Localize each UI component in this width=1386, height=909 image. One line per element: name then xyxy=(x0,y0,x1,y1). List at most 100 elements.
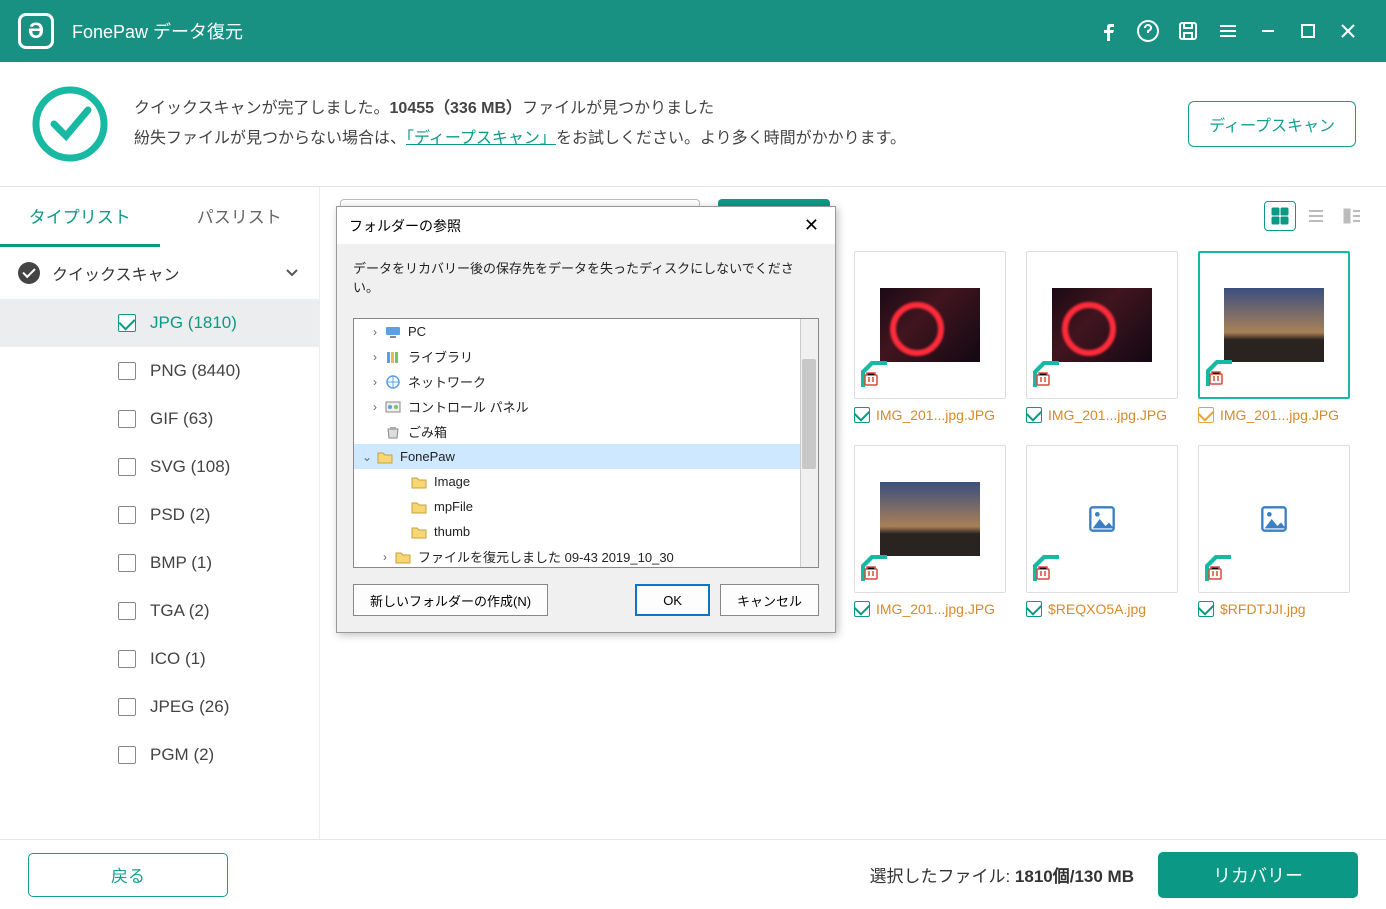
checkbox[interactable] xyxy=(118,650,136,668)
sidebar: タイプリスト パスリスト クイックスキャン JPG (1810)PNG (844… xyxy=(0,187,320,840)
sidebar-item-4[interactable]: PSD (2) xyxy=(0,491,319,539)
thumbnail-item[interactable]: IMG_201...jpg.JPG xyxy=(854,251,1012,423)
menu-icon[interactable] xyxy=(1208,11,1248,51)
back-button[interactable]: 戻る xyxy=(28,853,228,897)
checkbox[interactable] xyxy=(118,554,136,572)
selection-info: 選択したファイル: 1810個/130 MB xyxy=(869,862,1134,887)
folder-tree-row[interactable]: ⌄FonePaw xyxy=(354,444,818,469)
view-list-icon[interactable] xyxy=(1300,201,1332,231)
minimize-icon[interactable] xyxy=(1248,11,1288,51)
thumb-checkbox[interactable] xyxy=(854,407,870,423)
thumbnail-item[interactable]: IMG_201...jpg.JPG xyxy=(1026,251,1184,423)
expand-icon[interactable]: › xyxy=(368,400,382,414)
facebook-icon[interactable] xyxy=(1088,11,1128,51)
folder-tree-row[interactable]: ›ネットワーク xyxy=(354,369,818,394)
thumb-filename: $RFDTJJI.jpg xyxy=(1220,601,1306,617)
footer: 戻る 選択したファイル: 1810個/130 MB リカバリー xyxy=(0,839,1386,909)
thumbnail-item[interactable]: $REQXO5A.jpg xyxy=(1026,445,1184,617)
checkbox[interactable] xyxy=(118,362,136,380)
folder-tree-row[interactable]: ›ファイルを復元しました 09-43 2019_10_30 xyxy=(354,544,818,568)
scan-banner: クイックスキャンが完了しました。10455（336 MB）ファイルが見つかりまし… xyxy=(0,62,1386,187)
delete-badge-icon xyxy=(861,555,887,581)
expand-icon[interactable]: › xyxy=(368,350,382,364)
check-icon xyxy=(18,262,40,284)
checkbox[interactable] xyxy=(118,602,136,620)
sidebar-item-8[interactable]: JPEG (26) xyxy=(0,683,319,731)
expand-icon[interactable]: ⌄ xyxy=(360,450,374,464)
sidebar-item-6[interactable]: TGA (2) xyxy=(0,587,319,635)
app-title: FonePaw データ復元 xyxy=(72,18,243,44)
folder-tree-row[interactable]: ›ライブラリ xyxy=(354,344,818,369)
checkbox[interactable] xyxy=(118,458,136,476)
net-icon xyxy=(384,374,402,390)
bin-icon xyxy=(384,424,402,440)
folder-tree-row[interactable]: ›コントロール パネル xyxy=(354,394,818,419)
folder-icon xyxy=(410,474,428,490)
thumbnail-item[interactable]: $RFDTJJI.jpg xyxy=(1198,445,1356,617)
dialog-close-icon[interactable]: ✕ xyxy=(800,215,823,236)
checkbox[interactable] xyxy=(118,746,136,764)
thumb-filename: IMG_201...jpg.JPG xyxy=(1220,407,1339,423)
sidebar-item-1[interactable]: PNG (8440) xyxy=(0,347,319,395)
thumb-filename: IMG_201...jpg.JPG xyxy=(1048,407,1167,423)
thumb-checkbox[interactable] xyxy=(1198,407,1214,423)
delete-badge-icon xyxy=(1205,555,1231,581)
sidebar-item-9[interactable]: PGM (2) xyxy=(0,731,319,779)
delete-badge-icon xyxy=(861,361,887,387)
scrollbar[interactable] xyxy=(800,319,818,567)
folder-tree[interactable]: ›PC›ライブラリ›ネットワーク›コントロール パネルごみ箱⌄FonePawIm… xyxy=(353,318,819,568)
checkbox[interactable] xyxy=(118,698,136,716)
sidebar-item-3[interactable]: SVG (108) xyxy=(0,443,319,491)
checkbox[interactable] xyxy=(118,410,136,428)
tab-type-list[interactable]: タイプリスト xyxy=(0,187,160,247)
scan-group-header[interactable]: クイックスキャン xyxy=(0,247,319,299)
thumb-filename: IMG_201...jpg.JPG xyxy=(876,407,995,423)
titlebar: Ә FonePaw データ復元 xyxy=(0,0,1386,62)
thumb-checkbox[interactable] xyxy=(1026,407,1042,423)
expand-icon[interactable]: › xyxy=(368,325,382,339)
cancel-button[interactable]: キャンセル xyxy=(720,584,819,616)
folder-tree-row[interactable]: thumb xyxy=(354,519,818,544)
checkbox[interactable] xyxy=(118,506,136,524)
thumbnail-item[interactable]: IMG_201...jpg.JPG xyxy=(1198,251,1356,423)
folder-tree-row[interactable]: ごみ箱 xyxy=(354,419,818,444)
close-icon[interactable] xyxy=(1328,11,1368,51)
help-icon[interactable] xyxy=(1128,11,1168,51)
maximize-icon[interactable] xyxy=(1288,11,1328,51)
checkbox[interactable] xyxy=(118,314,136,332)
thumb-checkbox[interactable] xyxy=(854,601,870,617)
thumbnail-item[interactable]: IMG_201...jpg.JPG xyxy=(854,445,1012,617)
save-icon[interactable] xyxy=(1168,11,1208,51)
folder-tree-row[interactable]: Image xyxy=(354,469,818,494)
image-placeholder-icon xyxy=(1088,505,1116,533)
sidebar-item-0[interactable]: JPG (1810) xyxy=(0,299,319,347)
sidebar-item-7[interactable]: ICO (1) xyxy=(0,635,319,683)
new-folder-button[interactable]: 新しいフォルダーの作成(N) xyxy=(353,584,548,616)
folder-tree-row[interactable]: ›PC xyxy=(354,319,818,344)
delete-badge-icon xyxy=(1033,361,1059,387)
view-grid-icon[interactable] xyxy=(1264,201,1296,231)
banner-count: 10455（336 MB） xyxy=(390,100,523,117)
thumb-checkbox[interactable] xyxy=(1026,601,1042,617)
deep-scan-link[interactable]: 「ディープスキャン」 xyxy=(406,130,556,147)
recover-button[interactable]: リカバリー xyxy=(1158,852,1358,898)
ok-button[interactable]: OK xyxy=(635,584,710,616)
expand-icon[interactable]: › xyxy=(368,375,382,389)
folder-icon xyxy=(394,549,412,565)
image-placeholder-icon xyxy=(1260,505,1288,533)
dialog-title: フォルダーの参照 xyxy=(349,216,461,236)
sidebar-item-5[interactable]: BMP (1) xyxy=(0,539,319,587)
thumb-filename: $REQXO5A.jpg xyxy=(1048,601,1146,617)
app-logo: Ә xyxy=(18,13,54,49)
tab-path-list[interactable]: パスリスト xyxy=(160,187,320,247)
delete-badge-icon xyxy=(1206,360,1232,386)
folder-icon xyxy=(376,449,394,465)
expand-icon[interactable]: › xyxy=(378,550,392,564)
cp-icon xyxy=(384,399,402,415)
sidebar-item-2[interactable]: GIF (63) xyxy=(0,395,319,443)
deep-scan-button[interactable]: ディープスキャン xyxy=(1188,101,1356,147)
thumb-checkbox[interactable] xyxy=(1198,601,1214,617)
delete-badge-icon xyxy=(1033,555,1059,581)
folder-tree-row[interactable]: mpFile xyxy=(354,494,818,519)
view-detail-icon[interactable] xyxy=(1336,201,1368,231)
